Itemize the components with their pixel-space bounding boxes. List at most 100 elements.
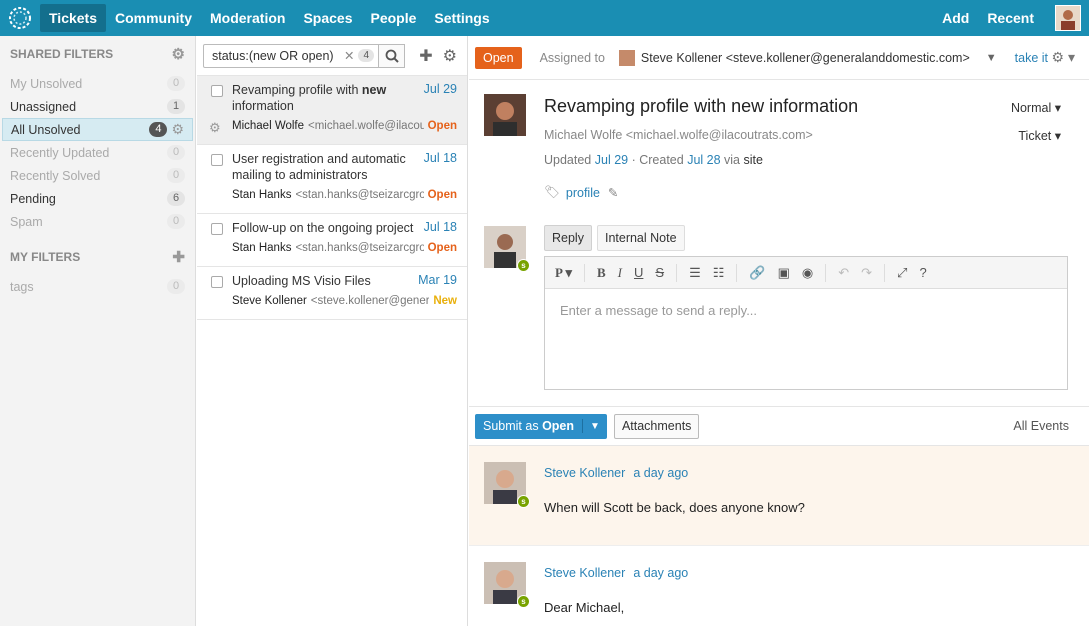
ticket-status: Open xyxy=(427,242,457,254)
ticket-status: New xyxy=(433,295,457,307)
chevron-down-icon[interactable]: ▼ xyxy=(986,52,997,64)
fullscreen-icon[interactable]: ⤢ xyxy=(897,265,907,281)
filter-label: Recently Solved xyxy=(10,168,101,183)
nav-spaces[interactable]: Spaces xyxy=(294,4,361,32)
ticket-subject: Follow-up on the ongoing project xyxy=(232,221,414,235)
redo-icon[interactable]: ↷ xyxy=(861,265,872,281)
underline-icon[interactable]: U xyxy=(634,265,643,280)
filter-label: Recently Updated xyxy=(10,145,110,160)
filter-label: Unassigned xyxy=(10,99,77,114)
nav-tickets[interactable]: Tickets xyxy=(40,4,106,32)
ticket-status: Open xyxy=(427,120,457,132)
toolbar-divider xyxy=(825,263,827,282)
reply-textarea[interactable]: Enter a message to send a reply... xyxy=(545,289,1067,332)
ticket-row[interactable]: Follow-up on the ongoing project Jul 18 … xyxy=(197,214,467,267)
search-result-count: 4 xyxy=(358,49,374,62)
chevron-down-icon[interactable]: ▼ xyxy=(583,421,607,432)
search-button[interactable] xyxy=(379,43,405,68)
filter-tags[interactable]: tags 0 xyxy=(0,275,195,298)
ticket-row[interactable]: Uploading MS Visio Files Mar 19 Steve Ko… xyxy=(197,267,467,320)
author-link[interactable]: Steve Kollener xyxy=(544,466,625,480)
ticket-checkbox[interactable] xyxy=(211,154,223,166)
bullet-list-icon[interactable]: ☰ xyxy=(689,265,701,281)
toolbar-divider xyxy=(676,263,678,282)
filter-label: tags xyxy=(10,279,34,294)
nav-moderation[interactable]: Moderation xyxy=(201,4,294,32)
clear-icon[interactable]: ✕ xyxy=(344,48,354,63)
filters-sidebar: SHARED FILTERS ⚙ My Unsolved 0 Unassigne… xyxy=(0,36,196,626)
pencil-icon[interactable]: ✎ xyxy=(608,185,618,200)
submit-bar: Submit as Open ▼ Attachments All Events xyxy=(469,406,1089,446)
filter-unassigned[interactable]: Unassigned 1 xyxy=(0,95,195,118)
paragraph-icon[interactable]: P ▾ xyxy=(555,265,572,281)
ticket-date: Jul 18 xyxy=(423,220,457,234)
help-icon[interactable]: ? xyxy=(919,265,926,280)
nav-community[interactable]: Community xyxy=(106,4,201,32)
ticket-status: Open xyxy=(427,189,457,201)
ticket-date: Mar 19 xyxy=(418,273,457,287)
filter-count: 0 xyxy=(167,168,185,183)
all-events-filter[interactable]: All Events xyxy=(1013,419,1069,433)
gear-icon[interactable]: ⚙ ▾ xyxy=(1052,49,1083,66)
ticket-requester: Stan Hanks xyxy=(232,189,292,201)
strikethrough-icon[interactable]: S xyxy=(655,265,664,280)
ticket-subject: Uploading MS Visio Files xyxy=(232,274,371,288)
nav-people[interactable]: People xyxy=(362,4,426,32)
search-input[interactable]: status:(new OR open) ✕ 4 xyxy=(203,43,379,68)
status-button[interactable]: Open xyxy=(475,46,522,69)
filter-spam[interactable]: Spam 0 xyxy=(0,210,195,233)
nav-settings[interactable]: Settings xyxy=(425,4,498,32)
gear-icon[interactable]: ⚙ xyxy=(171,121,184,138)
plus-icon[interactable]: ✚ xyxy=(419,46,432,66)
plus-icon[interactable]: ✚ xyxy=(172,248,185,266)
ticket-detail-pane: Open Assigned to Steve Kollener <steve.k… xyxy=(469,36,1089,626)
take-it-link[interactable]: take it xyxy=(1015,51,1048,65)
event-author: Steve Kollener a day ago xyxy=(544,466,688,480)
app-logo-icon[interactable] xyxy=(6,4,34,32)
ticket-checkbox[interactable] xyxy=(211,276,223,288)
ticket-row[interactable]: Revamping profile with new information J… xyxy=(197,76,467,145)
attachments-button[interactable]: Attachments xyxy=(613,413,700,439)
ticket-requester: Michael Wolfe xyxy=(232,120,305,132)
numbered-list-icon[interactable]: ☷ xyxy=(713,265,725,281)
gear-icon[interactable]: ⚙ xyxy=(443,46,457,66)
filter-recently-solved[interactable]: Recently Solved 0 xyxy=(0,164,195,187)
toolbar-divider xyxy=(584,263,585,282)
ticket-email: <steve.kollener@generalanddomestic.com> xyxy=(310,295,430,307)
requester-avatar xyxy=(484,94,526,136)
submit-button[interactable]: Submit as Open ▼ xyxy=(475,413,607,439)
filter-all-unsolved[interactable]: All Unsolved 4 ⚙ xyxy=(2,118,193,141)
nav-add[interactable]: Add xyxy=(933,4,978,32)
tag-link[interactable]: profile xyxy=(566,186,600,200)
tab-internal-note[interactable]: Internal Note xyxy=(596,225,685,251)
image-icon[interactable]: ▣ xyxy=(778,265,790,281)
ticket-checkbox[interactable] xyxy=(211,223,223,235)
user-avatar[interactable] xyxy=(1055,5,1081,31)
bold-icon[interactable]: B xyxy=(597,265,606,281)
filter-count: 0 xyxy=(167,145,185,160)
gear-icon[interactable]: ⚙ xyxy=(172,45,185,63)
author-link[interactable]: Steve Kollener xyxy=(544,566,625,580)
filter-count: 0 xyxy=(167,214,185,229)
nav-recent[interactable]: Recent xyxy=(978,4,1043,32)
assignee-select[interactable]: Steve Kollener <steve.kollener@generalan… xyxy=(641,51,970,65)
ticket-checkbox[interactable] xyxy=(211,85,223,97)
link-icon[interactable]: 🔗 xyxy=(749,265,765,281)
filter-recently-updated[interactable]: Recently Updated 0 xyxy=(0,141,195,164)
filter-my-unsolved[interactable]: My Unsolved 0 xyxy=(0,72,195,95)
tab-reply[interactable]: Reply xyxy=(544,225,592,251)
gear-icon[interactable]: ⚙ xyxy=(209,120,221,136)
filter-pending[interactable]: Pending 6 xyxy=(0,187,195,210)
shared-filters-title: SHARED FILTERS xyxy=(10,47,114,61)
italic-icon[interactable]: I xyxy=(618,265,622,281)
tag-icon: 🏷 xyxy=(544,185,560,199)
reply-tabs: Reply Internal Note xyxy=(544,225,685,251)
undo-icon[interactable]: ↶ xyxy=(838,265,849,281)
submit-label[interactable]: Submit as Open xyxy=(475,419,584,433)
event-body: When will Scott be back, does anyone kno… xyxy=(544,500,805,515)
media-icon[interactable]: ◉ xyxy=(802,265,813,281)
priority-select[interactable]: Normal ▾ xyxy=(1011,100,1061,115)
event-item: s Steve Kollener a day ago When will Scot… xyxy=(469,446,1089,546)
type-select[interactable]: Ticket ▾ xyxy=(1018,128,1061,143)
ticket-row[interactable]: User registration and automatic mailing … xyxy=(197,145,467,214)
